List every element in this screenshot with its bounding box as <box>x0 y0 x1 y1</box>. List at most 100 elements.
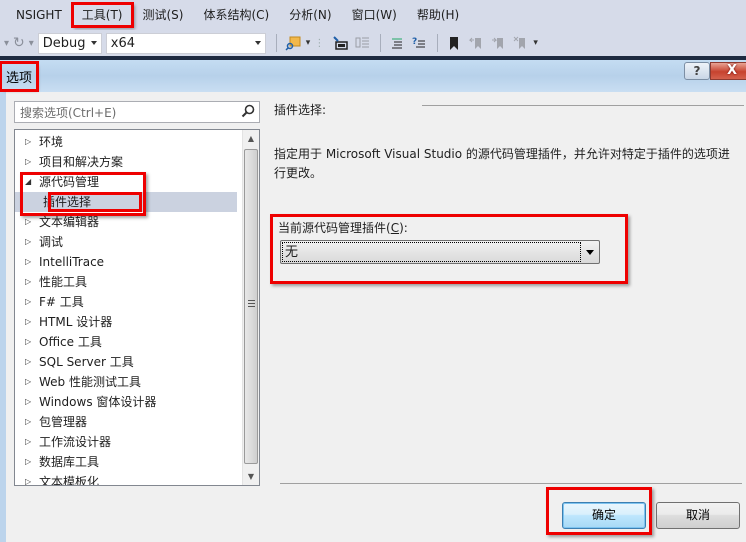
tree-item-intellitrace[interactable]: ▷ IntelliTrace <box>15 252 243 272</box>
tree-item-label: 包管理器 <box>39 415 88 429</box>
tree-item-label: 源代码管理 <box>39 175 100 189</box>
menu-window[interactable]: 窗口(W) <box>342 3 407 27</box>
expand-icon[interactable]: ▷ <box>25 432 39 452</box>
menu-help[interactable]: 帮助(H) <box>407 3 469 27</box>
plugin-select-value: 无 <box>282 242 581 262</box>
section-title: 插件选择: <box>274 103 327 117</box>
tree-item-label: F# 工具 <box>39 295 84 309</box>
chevron-down-icon <box>586 250 594 255</box>
search-options-input[interactable]: 搜索选项(Ctrl+E) <box>14 101 260 123</box>
help-button[interactable]: ? <box>684 62 710 80</box>
footer-divider <box>280 483 742 484</box>
scroll-up-icon[interactable]: ▲ <box>243 130 259 147</box>
configuration-value: Debug <box>42 35 86 51</box>
search-icon[interactable] <box>241 104 255 122</box>
clear-bookmark-icon[interactable] <box>510 33 530 53</box>
scrollbar-thumb[interactable] <box>244 149 258 464</box>
toolbar-overflow-icon[interactable]: ▾ <box>306 38 311 48</box>
configuration-select[interactable]: Debug <box>37 32 102 54</box>
expand-icon[interactable]: ▷ <box>25 372 39 392</box>
dialog-title-bar[interactable]: 选项 ? X <box>0 60 746 92</box>
tree-item-environment[interactable]: ▷ 环境 <box>15 132 243 152</box>
bookmark-icon[interactable] <box>444 33 464 53</box>
expand-icon[interactable]: ▷ <box>25 352 39 372</box>
tree-item-office-tools[interactable]: ▷ Office 工具 <box>15 332 243 352</box>
tree-item-text-editor[interactable]: ▷ 文本编辑器 <box>15 212 243 232</box>
tree-item-label: 文本模板化 <box>39 475 100 486</box>
tree-item-label: Office 工具 <box>39 335 102 349</box>
toolbar-separator <box>437 34 439 52</box>
tree-item-text-templating[interactable]: ▷ 文本模板化 <box>15 472 243 486</box>
redo-icon[interactable]: ↻ <box>13 35 25 51</box>
expand-icon[interactable]: ▷ <box>25 392 39 412</box>
tree-item-performance-tools[interactable]: ▷ 性能工具 <box>15 272 243 292</box>
tree-item-label: 插件选择 <box>43 195 92 209</box>
expand-icon[interactable]: ▷ <box>25 412 39 432</box>
find-in-files-icon[interactable] <box>283 33 303 53</box>
expand-icon[interactable]: ▷ <box>25 472 39 485</box>
cancel-button[interactable]: 取消 <box>656 502 740 529</box>
tree-item-plugin-selection[interactable]: 插件选择 <box>15 192 237 212</box>
expand-icon[interactable]: ▷ <box>25 152 39 172</box>
tree-item-label: Windows 窗体设计器 <box>39 395 157 409</box>
tree-item-source-control[interactable]: ◢ 源代码管理 <box>15 172 243 192</box>
ok-button[interactable]: 确定 <box>562 502 646 529</box>
menu-bar: NSIGHT 工具(T) 测试(S) 体系结构(C) 分析(N) 窗口(W) 帮… <box>0 0 746 30</box>
comment-icon[interactable] <box>387 33 407 53</box>
standard-toolbar: ▾ ↻ ▾ Debug x64 ▾ ⋮ ? ▾ <box>0 30 746 56</box>
expand-icon[interactable]: ▷ <box>25 272 39 292</box>
platform-value: x64 <box>110 35 136 51</box>
expand-icon[interactable]: ▷ <box>25 212 39 232</box>
help-icon: ? <box>693 64 701 78</box>
menu-architecture[interactable]: 体系结构(C) <box>193 3 279 27</box>
tree-item-workflow-designer[interactable]: ▷ 工作流设计器 <box>15 432 243 452</box>
section-divider <box>422 105 744 106</box>
expand-icon[interactable]: ▷ <box>25 232 39 252</box>
menu-tools[interactable]: 工具(T) <box>70 2 134 28</box>
platform-select[interactable]: x64 <box>105 32 266 54</box>
toolbar-overflow-icon[interactable]: ▾ <box>533 38 538 48</box>
prev-bookmark-icon[interactable] <box>466 33 486 53</box>
uncomment-icon[interactable]: ? <box>409 33 429 53</box>
tree-item-fsharp-tools[interactable]: ▷ F# 工具 <box>15 292 243 312</box>
menu-nsight[interactable]: NSIGHT <box>6 3 72 27</box>
tree-item-package-manager[interactable]: ▷ 包管理器 <box>15 412 243 432</box>
current-plugin-label: 当前源代码管理插件(C): <box>278 219 408 236</box>
toolbar-grip[interactable]: ⋮ <box>314 38 324 49</box>
dropdown-arrow-icon[interactable]: ▾ <box>4 38 9 49</box>
expand-icon[interactable]: ▷ <box>25 252 39 272</box>
menu-analyze[interactable]: 分析(N) <box>279 3 341 27</box>
expand-icon[interactable]: ▷ <box>25 292 39 312</box>
options-dialog: 选项 ? X 搜索选项(Ctrl+E) ▷ 环境 ▷ 项目和解决方案 ◢ 源代码管理 … <box>0 60 746 542</box>
close-button[interactable]: X <box>710 62 746 80</box>
close-icon: X <box>726 63 738 78</box>
menu-test[interactable]: 测试(S) <box>133 3 194 27</box>
expand-icon[interactable]: ▷ <box>25 452 39 472</box>
dropdown-arrow-icon[interactable]: ▾ <box>29 38 34 49</box>
next-bookmark-icon[interactable] <box>488 33 508 53</box>
outline-icon[interactable] <box>352 33 372 53</box>
scroll-down-icon[interactable]: ▼ <box>243 468 259 485</box>
tree-item-debugging[interactable]: ▷ 调试 <box>15 232 243 252</box>
expand-icon[interactable]: ▷ <box>25 132 39 152</box>
tree-item-database-tools[interactable]: ▷ 数据库工具 <box>15 452 243 472</box>
expand-icon[interactable]: ▷ <box>25 332 39 352</box>
tree-scrollbar[interactable]: ▲ ▼ <box>242 130 259 485</box>
tree-item-label: 调试 <box>39 235 64 249</box>
tree-item-label: IntelliTrace <box>39 255 105 269</box>
tree-item-label: 文本编辑器 <box>39 215 100 229</box>
tree-item-projects-solutions[interactable]: ▷ 项目和解决方案 <box>15 152 243 172</box>
expand-icon[interactable]: ▷ <box>25 312 39 332</box>
grip-icon <box>248 300 255 309</box>
source-control-plugin-select[interactable]: 无 <box>280 240 600 264</box>
tree-item-label: SQL Server 工具 <box>39 355 134 369</box>
collapse-icon[interactable]: ◢ <box>25 172 39 192</box>
section-description: 指定用于 Microsoft Visual Studio 的源代码管理插件，并允… <box>274 147 730 180</box>
tree-item-web-perf-test-tools[interactable]: ▷ Web 性能测试工具 <box>15 372 243 392</box>
tree-item-sql-server-tools[interactable]: ▷ SQL Server 工具 <box>15 352 243 372</box>
chevron-down-icon <box>254 40 261 45</box>
toolbar-separator <box>380 34 382 52</box>
go-to-icon[interactable] <box>330 33 350 53</box>
tree-item-html-designer[interactable]: ▷ HTML 设计器 <box>15 312 243 332</box>
tree-item-windows-forms-designer[interactable]: ▷ Windows 窗体设计器 <box>15 392 243 412</box>
